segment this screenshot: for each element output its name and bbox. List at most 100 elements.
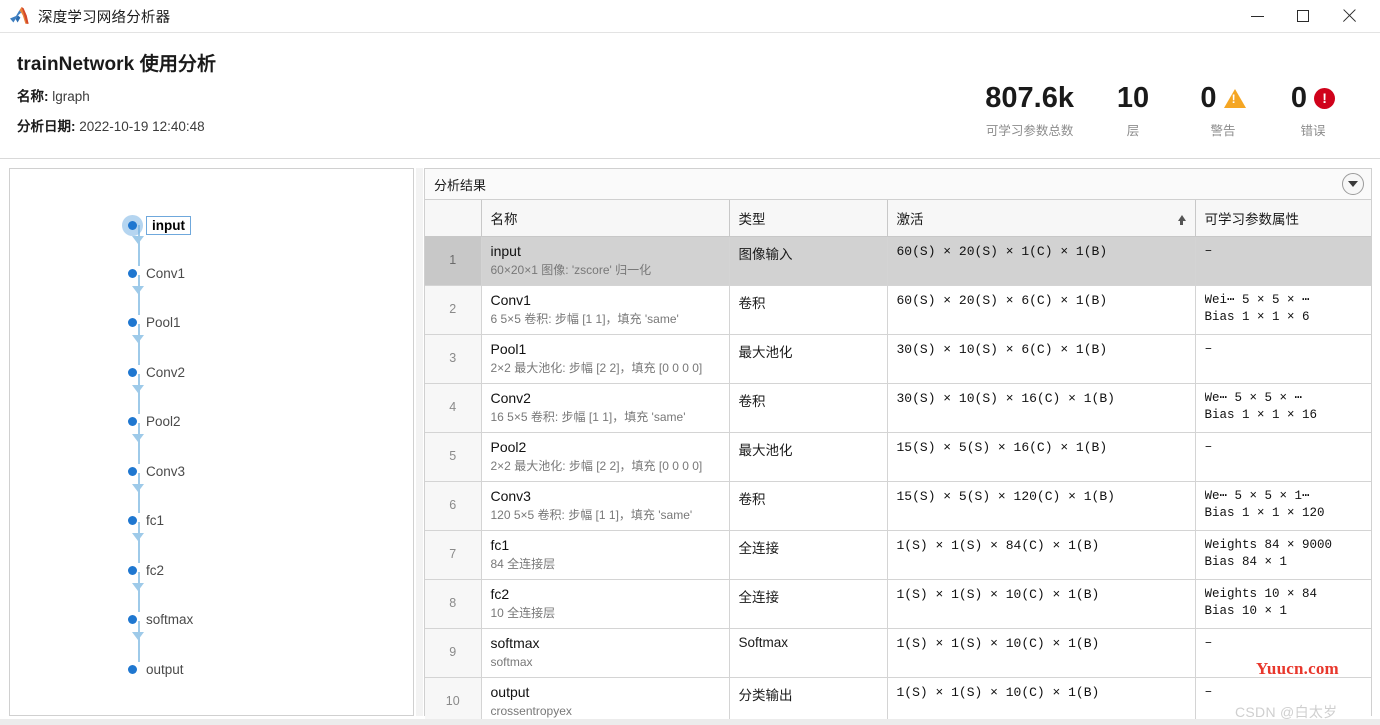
network-graph-panel[interactable]: input Conv1 Pool1 Conv2 Pool2 Conv3 fc1 fc2 soft…	[9, 168, 414, 716]
analysis-date-label: 分析日期:	[17, 119, 76, 134]
graph-node-label: fc2	[146, 562, 165, 578]
table-row[interactable]: 2 Conv1 6 5×5 卷积: 步幅 [1 1]，填充 'same' 卷积 60(S…	[425, 285, 1371, 335]
graph-node-pool1[interactable]: Pool1	[128, 315, 181, 330]
table-row[interactable]: 7 fc1 84 全连接层 全连接 1(S) × 1(S) × 84(C) × 1(B)…	[425, 530, 1371, 580]
network-name-value: lgraph	[52, 89, 90, 104]
column-header-activations[interactable]: 激活	[887, 200, 1196, 237]
cell-layer-type: 最大池化	[729, 334, 888, 384]
cell-row-index: 1	[425, 236, 482, 286]
cell-activations: 30(S) × 10(S) × 6(C) × 1(B)	[887, 334, 1196, 384]
layer-description: 6 5×5 卷积: 步幅 [1 1]，填充 'same'	[490, 311, 679, 326]
network-graph-canvas[interactable]: input Conv1 Pool1 Conv2 Pool2 Conv3 fc1 fc2 soft…	[10, 169, 413, 715]
learnable-line: Wei⋯ 5 × 5 × ⋯	[1204, 292, 1310, 307]
learnable-line: We⋯ 5 × 5 × ⋯	[1204, 390, 1303, 405]
layer-name: Pool1	[490, 340, 527, 357]
layer-name: input	[490, 242, 521, 259]
layer-name: softmax	[490, 634, 540, 651]
cell-layer-type: 最大池化	[729, 432, 888, 482]
cell-layer-name: Pool1 2×2 最大池化: 步幅 [2 2]，填充 [0 0 0 0]	[481, 334, 730, 384]
activations-value: 1(S) × 1(S) × 10(C) × 1(B)	[896, 586, 1100, 602]
window-bottom-strip	[0, 719, 1380, 725]
network-name-label: 名称:	[17, 89, 49, 104]
close-button[interactable]	[1326, 0, 1372, 32]
table-row[interactable]: 5 Pool2 2×2 最大池化: 步幅 [2 2]，填充 [0 0 0 0] 最大池…	[425, 432, 1371, 482]
activations-value: 30(S) × 10(S) × 16(C) × 1(B)	[896, 390, 1115, 406]
layer-description: 60×20×1 图像: 'zscore' 归一化	[490, 262, 652, 277]
analysis-header: trainNetwork 使用分析 名称: lgraph 分析日期: 2022-…	[0, 33, 1380, 159]
column-header-type[interactable]: 类型	[729, 200, 888, 237]
summary-stats: 807.6k 可学习参数总数 10 层 0 警告 0 ! 错误	[971, 81, 1358, 139]
results-panel-title: 分析结果	[434, 177, 487, 193]
cell-layer-name: input 60×20×1 图像: 'zscore' 归一化	[481, 236, 730, 286]
graph-node-conv3[interactable]: Conv3	[128, 464, 185, 479]
graph-edge-arrow-icon	[132, 236, 144, 244]
cell-layer-name: Conv2 16 5×5 卷积: 步幅 [1 1]，填充 'same'	[481, 383, 730, 433]
graph-node-fc2[interactable]: fc2	[128, 563, 164, 578]
stat-errors: 0 ! 错误	[1268, 81, 1358, 139]
page-title: trainNetwork 使用分析	[17, 54, 217, 75]
results-panel-titlebar: 分析结果	[425, 169, 1371, 200]
graph-node-conv1[interactable]: Conv1	[128, 266, 185, 281]
cell-activations: 15(S) × 5(S) × 120(C) × 1(B)	[887, 481, 1196, 531]
title-bar: 深度学习网络分析器	[0, 0, 1380, 33]
warning-triangle-icon	[1223, 88, 1246, 108]
error-octagon-icon: !	[1314, 87, 1336, 109]
table-row[interactable]: 6 Conv3 120 5×5 卷积: 步幅 [1 1]，填充 'same' 卷积 15…	[425, 481, 1371, 531]
layer-description: 16 5×5 卷积: 步幅 [1 1]，填充 'same'	[490, 409, 686, 424]
graph-node-output[interactable]: output	[128, 662, 184, 677]
graph-edge-arrow-icon	[132, 582, 144, 591]
column-header-name[interactable]: 名称	[481, 200, 730, 237]
graph-edge	[138, 373, 140, 414]
learnable-line: Bias 84 × 1	[1204, 554, 1288, 569]
table-row[interactable]: 1 input 60×20×1 图像: 'zscore' 归一化 图像输入 60(S) …	[425, 236, 1371, 286]
graph-node-dot-icon	[128, 664, 137, 674]
cell-activations: 1(S) × 1(S) × 10(C) × 1(B)	[887, 579, 1196, 629]
minimize-button[interactable]	[1234, 0, 1280, 32]
table-row[interactable]: 9 softmax softmax Softmax 1(S) × 1(S) × 10(C…	[425, 628, 1371, 678]
table-header-row: 名称 类型 激活 可学习参数属性	[425, 200, 1371, 237]
cell-layer-name: fc1 84 全连接层	[481, 530, 730, 580]
graph-node-label: input	[146, 216, 191, 235]
graph-node-softmax[interactable]: softmax	[128, 612, 193, 627]
graph-edge-arrow-icon	[132, 533, 144, 541]
graph-node-dot-icon	[128, 268, 137, 278]
graph-node-dot-icon	[128, 565, 137, 575]
table-row[interactable]: 4 Conv2 16 5×5 卷积: 步幅 [1 1]，填充 'same' 卷积 30(…	[425, 383, 1371, 433]
maximize-button[interactable]	[1280, 0, 1326, 32]
activations-value: 15(S) × 5(S) × 120(C) × 1(B)	[896, 488, 1115, 504]
graph-node-fc1[interactable]: fc1	[128, 513, 164, 528]
stat-total-learnables-value: 807.6k	[985, 82, 1074, 114]
table-body: 1 input 60×20×1 图像: 'zscore' 归一化 图像输入 60(S) …	[425, 236, 1371, 725]
graph-node-label: Conv1	[146, 265, 186, 281]
graph-node-input[interactable]: input	[128, 216, 191, 235]
graph-node-label: Conv2	[146, 364, 186, 380]
close-icon	[1342, 9, 1356, 23]
column-header-index[interactable]	[425, 200, 482, 237]
panel-splitter[interactable]	[416, 168, 423, 716]
graph-node-pool2[interactable]: Pool2	[128, 414, 181, 429]
chevron-down-circle-icon[interactable]	[1342, 173, 1364, 195]
cell-layer-type: Softmax	[729, 628, 888, 678]
learnable-line: Bias 1 × 1 × 6	[1204, 309, 1310, 324]
column-header-activations-label: 激活	[896, 211, 924, 227]
analysis-results-panel: 分析结果 名称 类型 激活 可学习参数属性 1 input 60×20×1 图像…	[424, 168, 1372, 725]
table-row[interactable]: 8 fc2 10 全连接层 全连接 1(S) × 1(S) × 10(C) × 1(B)…	[425, 579, 1371, 629]
column-header-learnables[interactable]: 可学习参数属性	[1195, 200, 1371, 237]
layer-name: output	[490, 683, 530, 700]
cell-row-index: 6	[425, 481, 482, 531]
layer-description: 2×2 最大池化: 步幅 [2 2]，填充 [0 0 0 0]	[490, 360, 703, 375]
stat-warnings-row: 0	[1192, 81, 1254, 115]
learnable-line: –	[1204, 634, 1213, 650]
layer-description: 10 全连接层	[490, 605, 556, 620]
graph-edge	[138, 472, 140, 513]
analysis-date-line: 分析日期: 2022-10-19 12:40:48	[17, 115, 205, 135]
layer-name: Pool2	[490, 438, 527, 455]
maximize-icon	[1297, 10, 1309, 22]
table-row[interactable]: 3 Pool1 2×2 最大池化: 步幅 [2 2]，填充 [0 0 0 0] 最大池…	[425, 334, 1371, 384]
cell-activations: 1(S) × 1(S) × 10(C) × 1(B)	[887, 677, 1196, 725]
graph-node-conv2[interactable]: Conv2	[128, 365, 185, 380]
cell-learnables: Weights 10 × 84 Bias 10 × 1	[1195, 579, 1371, 629]
graph-node-label: Pool1	[146, 315, 181, 330]
layer-description: 2×2 最大池化: 步幅 [2 2]，填充 [0 0 0 0]	[490, 458, 703, 473]
table-row[interactable]: 10 output crossentropyex 分类输出 1(S) × 1(S) × …	[425, 677, 1371, 725]
